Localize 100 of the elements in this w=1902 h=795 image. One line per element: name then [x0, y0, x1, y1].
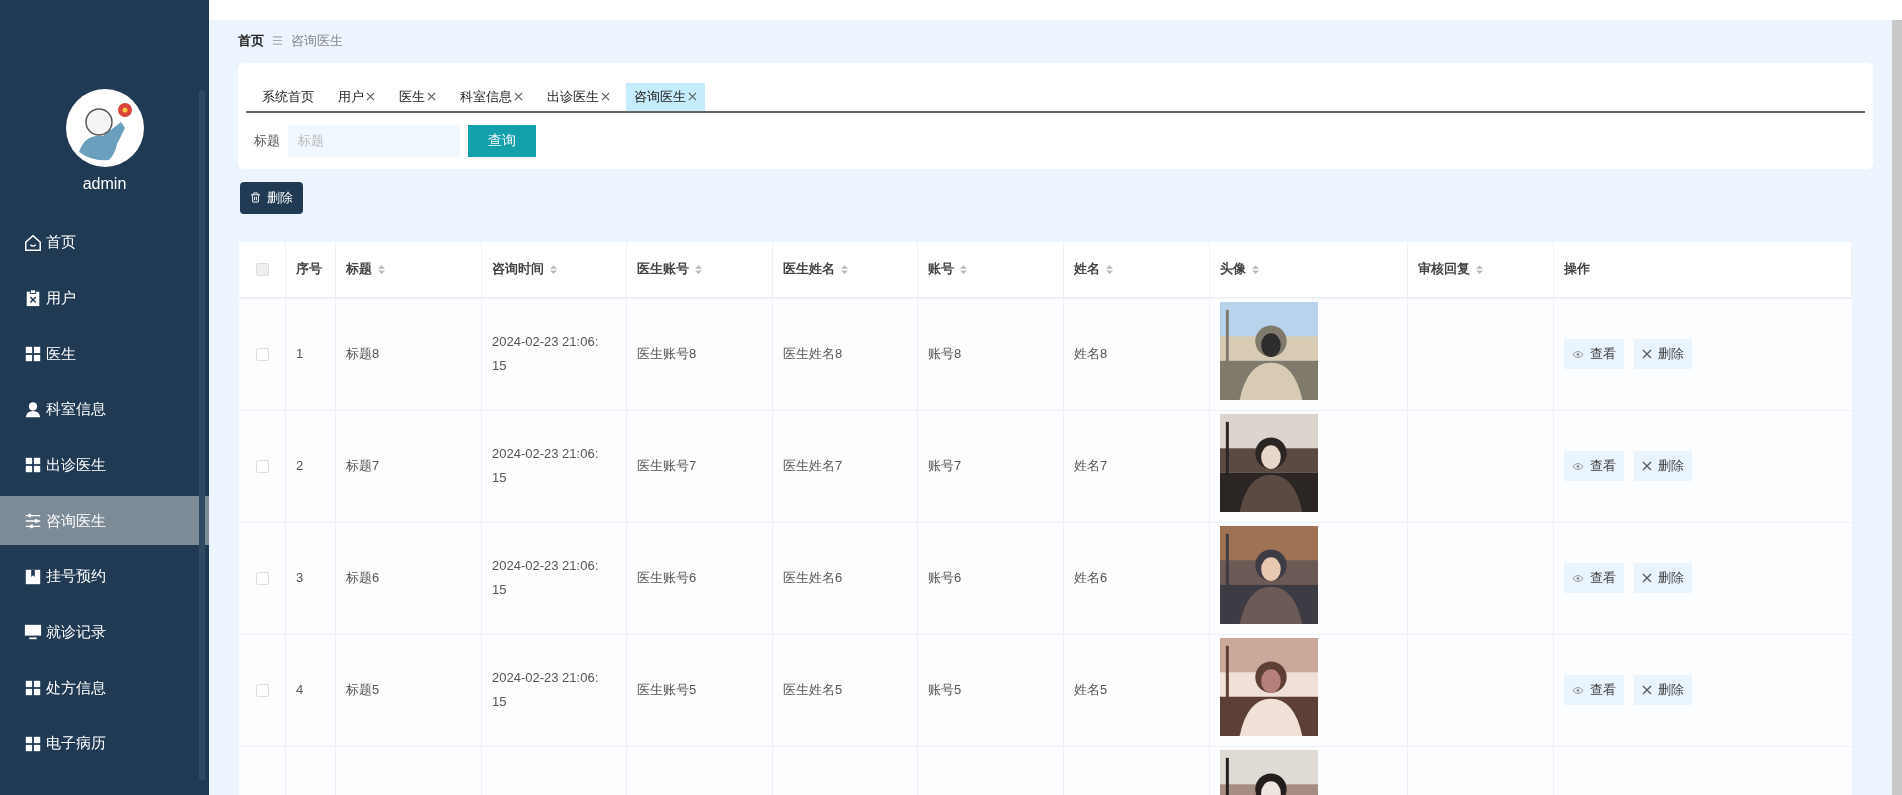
- username: admin: [82, 174, 127, 194]
- person-icon: [24, 400, 42, 419]
- grid-icon: [24, 734, 42, 753]
- column-header: 操作: [1564, 260, 1590, 279]
- grid-icon: [24, 344, 42, 363]
- sidebar-item[interactable]: 出诊医生: [0, 440, 209, 490]
- column-header: 序号: [296, 260, 322, 279]
- sort-icon[interactable]: [1106, 263, 1113, 275]
- close-icon[interactable]: [688, 92, 697, 101]
- row-checkbox[interactable]: [255, 571, 269, 585]
- trash-icon: [250, 192, 261, 203]
- table-cell-text: 标题6: [346, 569, 380, 588]
- home-icon: [24, 233, 42, 252]
- tab[interactable]: 咨询医生: [626, 82, 705, 111]
- column-header[interactable]: 账号: [928, 259, 954, 279]
- close-icon: [1642, 349, 1652, 359]
- table-cell-text: 1: [296, 345, 304, 364]
- eye-icon: [1572, 349, 1584, 359]
- sort-icon[interactable]: [841, 263, 848, 275]
- close-icon[interactable]: [366, 92, 375, 101]
- table-cell-text: 医生账号7: [637, 457, 697, 476]
- table-cell-text: 医生账号5: [637, 681, 697, 700]
- avatar-icon: [64, 88, 145, 168]
- sidebar-item[interactable]: 挂号预约: [0, 552, 209, 602]
- eye-icon: [1572, 461, 1584, 471]
- table-cell-text: 姓名6: [1074, 569, 1108, 588]
- table-cell-text: 3: [296, 569, 304, 588]
- search-field[interactable]: 标题: [288, 124, 460, 157]
- sliders-icon: [24, 511, 42, 530]
- close-icon[interactable]: [427, 92, 436, 101]
- table-cell-text: 医生账号8: [637, 345, 697, 364]
- close-icon[interactable]: [514, 92, 523, 101]
- view-button[interactable]: 查看: [1564, 451, 1624, 481]
- select-all-checkbox[interactable]: [255, 262, 269, 276]
- tab[interactable]: 医生: [391, 82, 444, 111]
- column-header[interactable]: 标题: [346, 259, 372, 279]
- monitor-icon: [24, 623, 42, 642]
- table-cell-text: 账号7: [928, 457, 962, 476]
- table-cell-text: 医生账号6: [637, 569, 697, 588]
- sort-icon[interactable]: [1476, 263, 1483, 275]
- column-header[interactable]: 医生账号: [637, 259, 689, 279]
- view-button[interactable]: 查看: [1564, 339, 1624, 369]
- breadcrumb-link[interactable]: 首页: [238, 31, 264, 51]
- sidebar-item[interactable]: 首页: [0, 218, 209, 267]
- close-icon: [1642, 461, 1652, 471]
- sidebar-item[interactable]: 就诊记录: [0, 607, 209, 657]
- tab[interactable]: 用户: [330, 82, 383, 111]
- sidebar-item[interactable]: 处方信息: [0, 663, 209, 713]
- column-header[interactable]: 姓名: [1074, 259, 1100, 279]
- table-cell-text: 医生姓名6: [783, 569, 843, 588]
- sort-icon[interactable]: [695, 263, 702, 275]
- column-header[interactable]: 审核回复: [1418, 259, 1470, 279]
- delete-button[interactable]: 删除: [1634, 675, 1692, 705]
- separator-icon: [272, 35, 283, 47]
- table-cell-text: 医生姓名8: [783, 345, 843, 364]
- column-header[interactable]: 头像: [1220, 259, 1246, 279]
- column-header[interactable]: 咨询时间: [492, 259, 544, 279]
- eye-icon: [1572, 685, 1584, 695]
- table-cell-text: 姓名7: [1074, 457, 1108, 476]
- tab[interactable]: 科室信息: [452, 82, 531, 111]
- sort-icon[interactable]: [960, 263, 967, 275]
- sidebar-item[interactable]: 用户: [0, 273, 209, 323]
- clipboard-icon: [24, 289, 42, 308]
- delete-button[interactable]: 删除: [1634, 563, 1692, 593]
- sort-icon[interactable]: [550, 263, 557, 275]
- view-button[interactable]: 查看: [1564, 563, 1624, 593]
- delete-button[interactable]: 删除: [1634, 339, 1692, 369]
- search-label: 标题: [254, 131, 280, 150]
- close-icon: [1642, 685, 1652, 695]
- book-icon: [24, 567, 42, 586]
- sidebar-item[interactable]: 电子病历: [0, 719, 209, 769]
- table-cell-text: 2: [296, 457, 304, 476]
- table-cell-text: 账号6: [928, 569, 962, 588]
- table-cell-text: 医生姓名7: [783, 457, 843, 476]
- delete-button[interactable]: 删除: [1634, 451, 1692, 481]
- table-cell-text: 账号8: [928, 345, 962, 364]
- table-cell-text: 2024-02-23 21:06:15: [492, 557, 600, 599]
- table-cell-text: 标题5: [346, 681, 380, 700]
- delete-button[interactable]: 删除: [240, 181, 303, 214]
- column-header[interactable]: 医生姓名: [783, 259, 835, 279]
- close-icon[interactable]: [601, 92, 610, 101]
- sidebar-item[interactable]: 医生: [0, 329, 209, 379]
- row-checkbox[interactable]: [255, 683, 269, 697]
- table-cell-text: 医生姓名5: [783, 681, 843, 700]
- table-cell-text: 2024-02-23 21:06:15: [492, 445, 600, 487]
- breadcrumb-current: 咨询医生: [291, 32, 343, 50]
- sort-icon[interactable]: [378, 263, 385, 275]
- table-cell-text: 账号5: [928, 681, 962, 700]
- close-icon: [1642, 573, 1652, 583]
- tab[interactable]: 系统首页: [254, 82, 322, 111]
- sort-icon[interactable]: [1252, 263, 1259, 275]
- tab[interactable]: 出诊医生: [539, 82, 618, 111]
- view-button[interactable]: 查看: [1564, 675, 1624, 705]
- grid-icon: [24, 679, 42, 697]
- row-checkbox[interactable]: [255, 459, 269, 473]
- sidebar-item[interactable]: 科室信息: [0, 385, 209, 435]
- row-checkbox[interactable]: [255, 347, 269, 361]
- table-cell-text: 标题8: [346, 345, 380, 364]
- grid-icon: [24, 456, 42, 475]
- table-cell-text: 姓名8: [1074, 345, 1108, 364]
